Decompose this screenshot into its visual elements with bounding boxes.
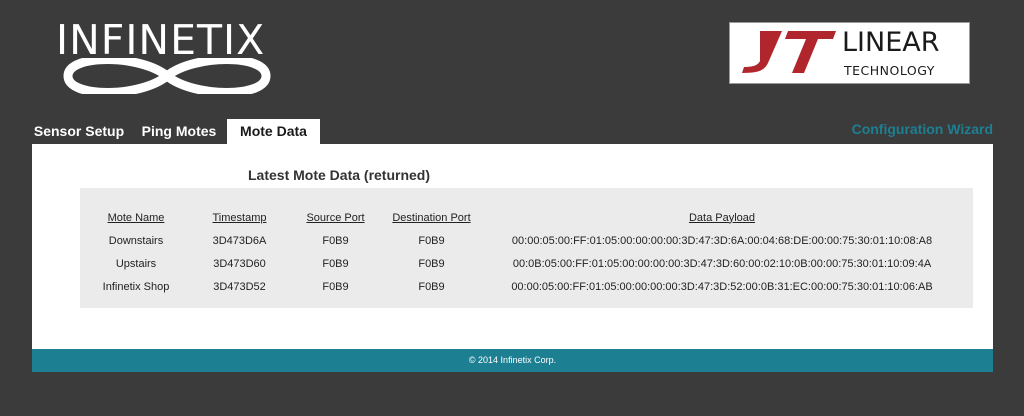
data-payload-cell: 00:00:05:00:FF:01:05:00:00:00:00:3D:47:3… (511, 280, 933, 293)
column-header-timestamp[interactable]: Timestamp (179, 206, 300, 229)
table-row: Infinetix Shop 3D473D52 F0B9 F0B9 00:00:… (93, 275, 952, 298)
mote-data-table: Mote Name Timestamp Source Port Destinat… (93, 206, 952, 298)
destination-port-cell: F0B9 (418, 280, 445, 293)
tab-sensor-setup[interactable]: Sensor Setup (27, 119, 131, 144)
copyright-text: © 2014 Infinetix Corp. (468, 355, 557, 365)
table-row: Downstairs 3D473D6A F0B9 F0B9 00:00:05:0… (93, 229, 952, 252)
mote-name-cell: Upstairs (115, 257, 157, 270)
tab-mote-data[interactable]: Mote Data (227, 119, 320, 144)
source-port-cell: F0B9 (322, 280, 349, 293)
data-payload-cell: 00:00:05:00:FF:01:05:00:00:00:00:3D:47:3… (511, 234, 933, 247)
linear-technology-logo: LINEAR TECHNOLOGY (729, 22, 970, 84)
data-payload-cell: 00:0B:05:00:FF:01:05:00:00:00:00:3D:47:3… (512, 257, 932, 270)
infinity-icon (63, 58, 271, 94)
source-port-cell: F0B9 (322, 257, 349, 270)
timestamp-cell: 3D473D60 (213, 257, 266, 270)
destination-port-cell: F0B9 (418, 257, 445, 270)
content-panel: Latest Mote Data (returned) Mote Name Ti… (32, 144, 993, 349)
linear-logo-text: LINEAR (842, 27, 940, 58)
tab-ping-motes[interactable]: Ping Motes (131, 119, 227, 144)
mote-name-cell: Infinetix Shop (102, 280, 170, 293)
lt-logo-icon (742, 31, 836, 73)
mote-name-cell: Downstairs (108, 234, 164, 247)
destination-port-cell: F0B9 (418, 234, 445, 247)
technology-logo-text: TECHNOLOGY (844, 63, 935, 78)
column-header-mote-name[interactable]: Mote Name (93, 206, 179, 229)
timestamp-cell: 3D473D6A (212, 234, 267, 247)
infinetix-logo-text: INFINETIX (56, 16, 266, 64)
mote-data-table-container: Mote Name Timestamp Source Port Destinat… (80, 188, 973, 308)
page-title: Latest Mote Data (returned) (248, 167, 431, 183)
timestamp-cell: 3D473D52 (213, 280, 266, 293)
table-header-row: Mote Name Timestamp Source Port Destinat… (93, 206, 952, 229)
footer: © 2014 Infinetix Corp. (32, 349, 993, 372)
source-port-cell: F0B9 (322, 234, 349, 247)
column-header-data-payload[interactable]: Data Payload (492, 206, 952, 229)
configuration-wizard-link[interactable]: Configuration Wizard (852, 121, 993, 137)
infinetix-logo: INFINETIX (56, 18, 278, 94)
table-row: Upstairs 3D473D60 F0B9 F0B9 00:0B:05:00:… (93, 252, 952, 275)
column-header-destination-port[interactable]: Destination Port (371, 206, 492, 229)
column-header-source-port[interactable]: Source Port (300, 206, 371, 229)
